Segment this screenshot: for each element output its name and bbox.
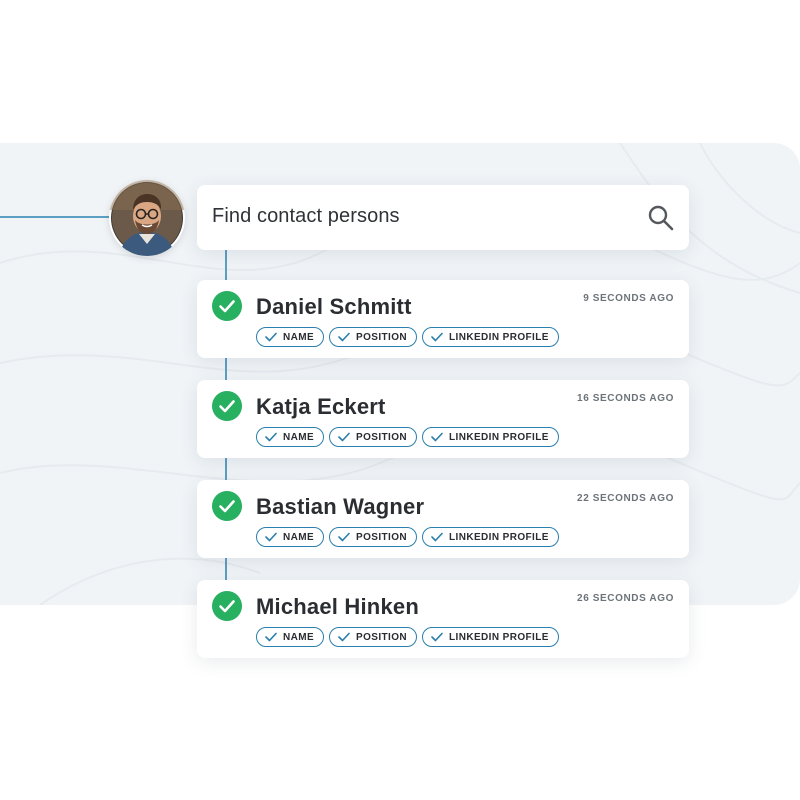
checkmark-icon: [265, 432, 277, 442]
tag-name: NAME: [256, 427, 325, 447]
tag-list: NAME POSITION LINKEDIN PROFILE: [256, 327, 559, 347]
checkmark-icon: [431, 332, 443, 342]
contact-name: Bastian Wagner: [256, 494, 425, 519]
contact-card-daniel-schmitt[interactable]: Daniel Schmitt 9 SECONDS AGO NAME POSITI…: [197, 280, 689, 358]
avatar: [109, 180, 185, 256]
search-icon[interactable]: [647, 204, 675, 232]
check-circle-icon: [212, 391, 242, 421]
tag-label: LINKEDIN PROFILE: [449, 631, 549, 643]
user-avatar-photo: [109, 180, 185, 256]
contact-name: Katja Eckert: [256, 394, 386, 419]
tag-label: NAME: [283, 531, 315, 543]
connector-line-horizontal: [0, 216, 112, 218]
tag-list: NAME POSITION LINKEDIN PROFILE: [256, 527, 559, 547]
tag-linkedin-profile: LINKEDIN PROFILE: [422, 527, 559, 547]
checkmark-icon: [338, 532, 350, 542]
timestamp: 22 SECONDS AGO: [577, 493, 674, 504]
tag-name: NAME: [256, 627, 325, 647]
tag-label: LINKEDIN PROFILE: [449, 531, 549, 543]
checkmark-icon: [265, 532, 277, 542]
contact-card-katja-eckert[interactable]: Katja Eckert 16 SECONDS AGO NAME POSITIO…: [197, 380, 689, 458]
tag-name: NAME: [256, 527, 325, 547]
tag-label: POSITION: [356, 631, 408, 643]
check-circle-icon: [212, 591, 242, 621]
contact-finder-widget: Find contact persons Daniel Schmitt 9 SE…: [0, 0, 800, 800]
timestamp: 26 SECONDS AGO: [577, 593, 674, 604]
contact-card-michael-hinken[interactable]: Michael Hinken 26 SECONDS AGO NAME POSIT…: [197, 580, 689, 658]
tag-label: POSITION: [356, 531, 408, 543]
tag-linkedin-profile: LINKEDIN PROFILE: [422, 427, 559, 447]
tag-linkedin-profile: LINKEDIN PROFILE: [422, 327, 559, 347]
checkmark-icon: [431, 432, 443, 442]
tag-label: POSITION: [356, 431, 408, 443]
tag-label: NAME: [283, 631, 315, 643]
check-circle-icon: [212, 291, 242, 321]
checkmark-icon: [265, 632, 277, 642]
search-input[interactable]: Find contact persons: [212, 205, 400, 228]
tag-label: POSITION: [356, 331, 408, 343]
tag-list: NAME POSITION LINKEDIN PROFILE: [256, 627, 559, 647]
checkmark-icon: [265, 332, 277, 342]
tag-position: POSITION: [329, 427, 418, 447]
checkmark-icon: [338, 332, 350, 342]
tag-label: LINKEDIN PROFILE: [449, 431, 549, 443]
contact-card-bastian-wagner[interactable]: Bastian Wagner 22 SECONDS AGO NAME POSIT…: [197, 480, 689, 558]
checkmark-icon: [431, 632, 443, 642]
timestamp: 16 SECONDS AGO: [577, 393, 674, 404]
tag-label: LINKEDIN PROFILE: [449, 331, 549, 343]
tag-label: NAME: [283, 331, 315, 343]
tag-position: POSITION: [329, 627, 418, 647]
check-circle-icon: [212, 491, 242, 521]
contact-name: Michael Hinken: [256, 594, 419, 619]
tag-name: NAME: [256, 327, 325, 347]
tag-linkedin-profile: LINKEDIN PROFILE: [422, 627, 559, 647]
checkmark-icon: [338, 632, 350, 642]
contact-name: Daniel Schmitt: [256, 294, 412, 319]
tag-position: POSITION: [329, 527, 418, 547]
checkmark-icon: [338, 432, 350, 442]
tag-label: NAME: [283, 431, 315, 443]
timestamp: 9 SECONDS AGO: [583, 293, 674, 304]
tag-position: POSITION: [329, 327, 418, 347]
search-box[interactable]: Find contact persons: [197, 185, 689, 250]
checkmark-icon: [431, 532, 443, 542]
tag-list: NAME POSITION LINKEDIN PROFILE: [256, 427, 559, 447]
